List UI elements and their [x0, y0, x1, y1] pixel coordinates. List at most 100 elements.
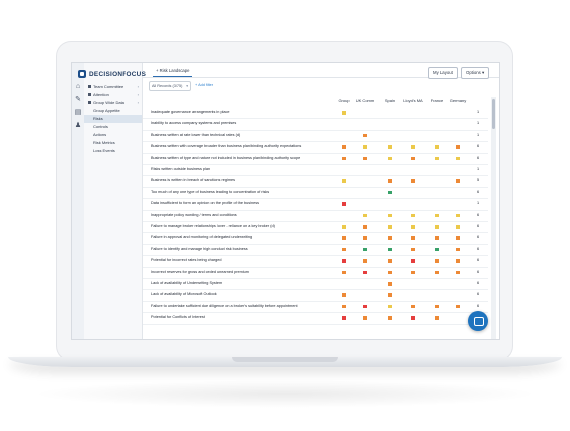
rating-cell[interactable] — [363, 270, 367, 275]
user-icon[interactable]: ♟ — [74, 122, 82, 129]
rating-cell[interactable] — [435, 316, 439, 320]
rating-cell[interactable] — [388, 145, 392, 149]
rating-cell[interactable] — [388, 304, 392, 309]
rating-cell[interactable] — [363, 145, 367, 149]
rating-cell[interactable] — [456, 304, 460, 309]
sidebar-item[interactable]: Loss Events — [84, 147, 142, 155]
rating-cell[interactable] — [411, 236, 415, 240]
rating-cell[interactable] — [388, 190, 392, 195]
rating-cell[interactable] — [342, 270, 346, 275]
rating-cell[interactable] — [435, 259, 439, 263]
rating-cell[interactable] — [411, 316, 415, 320]
rating-cell[interactable] — [435, 270, 439, 275]
tools-icon[interactable]: ✎ — [74, 96, 82, 103]
rating-cell[interactable] — [363, 213, 367, 218]
rating-cell[interactable] — [411, 213, 415, 218]
sidebar-item[interactable]: Attention › — [84, 91, 142, 99]
rating-cell[interactable] — [363, 225, 367, 229]
rating-cell[interactable] — [388, 282, 392, 286]
home-icon[interactable]: ⌂ — [74, 83, 82, 90]
column-header[interactable]: Lloyd's MA — [401, 97, 425, 105]
rating-cell[interactable] — [435, 304, 439, 309]
my-layout-button[interactable]: My Layout — [428, 67, 458, 79]
sidebar-item[interactable]: Risks — [84, 115, 142, 123]
rating-cell[interactable] — [388, 156, 392, 161]
rating-cell[interactable] — [456, 225, 460, 229]
rating-cell[interactable] — [388, 213, 392, 218]
rating-cell[interactable] — [342, 145, 346, 149]
rating-cell[interactable] — [411, 270, 415, 275]
rating-cell[interactable] — [388, 316, 392, 320]
rating-cell[interactable] — [342, 236, 346, 240]
rating-cell[interactable] — [363, 247, 367, 252]
rating-cell[interactable] — [411, 259, 415, 263]
rating-cell[interactable] — [388, 270, 392, 275]
rating-cell[interactable] — [435, 156, 439, 161]
sidebar-item[interactable]: Actions — [84, 131, 142, 139]
rating-cell[interactable] — [388, 225, 392, 229]
rating-cell[interactable] — [363, 259, 367, 263]
rating-cell[interactable] — [456, 179, 460, 183]
column-header[interactable]: Germany — [446, 97, 470, 105]
rating-cell[interactable] — [342, 293, 346, 297]
rating-cell[interactable] — [411, 156, 415, 161]
chat-button[interactable] — [468, 311, 488, 331]
sidebar-item[interactable]: Team Committee › — [84, 83, 142, 91]
rating-cell[interactable] — [456, 145, 460, 149]
rating-cell[interactable] — [363, 316, 367, 320]
rating-cell[interactable] — [411, 304, 415, 309]
rating-cell[interactable] — [411, 225, 415, 229]
records-select[interactable]: All Records (3/75) ▾ — [149, 81, 191, 91]
rating-cell[interactable] — [342, 156, 346, 161]
rating-cell[interactable] — [342, 259, 346, 263]
options-button[interactable]: Options ▾ — [461, 67, 490, 79]
rating-cell[interactable] — [363, 156, 367, 161]
rating-cell[interactable] — [456, 247, 460, 252]
rating-cell[interactable] — [342, 304, 346, 309]
table-row[interactable]: Potential for Conflicts of Interest6 — [143, 312, 488, 325]
column-header[interactable]: Spain — [378, 97, 402, 105]
column-header[interactable]: UK Comm — [353, 97, 377, 105]
scrollbar-thumb[interactable] — [492, 99, 495, 129]
rating-cell[interactable] — [388, 179, 392, 183]
risk-name: Lack of availability of Underwriting Sys… — [151, 281, 223, 285]
rating-cell[interactable] — [388, 259, 392, 263]
tab-risk-landscape[interactable]: + Risk Landscape — [153, 66, 193, 77]
rating-cell[interactable] — [411, 145, 415, 149]
rating-cell[interactable] — [388, 247, 392, 252]
rating-cell[interactable] — [363, 304, 367, 309]
sidebar-item[interactable]: Controls — [84, 123, 142, 131]
rating-cell[interactable] — [411, 179, 415, 183]
rating-cell[interactable] — [456, 259, 460, 263]
sidebar-item[interactable]: Group Appetite — [84, 107, 142, 115]
rating-cell[interactable] — [456, 270, 460, 275]
rating-cell[interactable] — [342, 111, 346, 115]
rating-cell[interactable] — [435, 236, 439, 240]
sidebar-item[interactable]: Risk Metrics — [84, 139, 142, 147]
rating-cell[interactable] — [342, 225, 346, 229]
rating-cell[interactable] — [411, 247, 415, 252]
rating-cell[interactable] — [388, 236, 392, 240]
rating-cell[interactable] — [363, 133, 367, 138]
row-count: 6 — [477, 235, 480, 240]
rating-cell[interactable] — [342, 316, 346, 320]
rating-cell[interactable] — [342, 247, 346, 252]
rating-cell[interactable] — [435, 247, 439, 252]
rating-cell[interactable] — [456, 156, 460, 161]
chart-icon[interactable]: ▤ — [74, 109, 82, 116]
scrollbar[interactable] — [491, 97, 496, 339]
options-label: Options — [466, 70, 481, 75]
folder-icon — [88, 101, 91, 105]
rating-cell[interactable] — [363, 236, 367, 240]
sidebar-item[interactable]: Group Wide Data › — [84, 99, 142, 107]
rating-cell[interactable] — [342, 179, 346, 183]
add-filter-link[interactable]: + Add filter — [195, 81, 213, 90]
rating-cell[interactable] — [456, 236, 460, 240]
rating-cell[interactable] — [456, 213, 460, 218]
rating-cell[interactable] — [388, 293, 392, 297]
rating-cell[interactable] — [435, 225, 439, 229]
sidebar: DECISIONFOCUS Team Committee › Attention › G… — [78, 63, 146, 339]
rating-cell[interactable] — [435, 213, 439, 218]
rating-cell[interactable] — [342, 202, 346, 206]
rating-cell[interactable] — [435, 145, 439, 149]
